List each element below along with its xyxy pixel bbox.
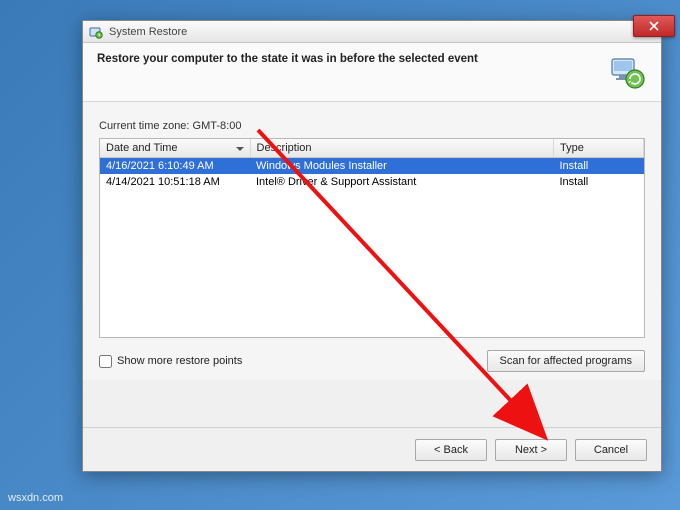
show-more-label: Show more restore points [117,355,242,367]
page-heading: Restore your computer to the state it wa… [97,53,478,65]
cell-datetime: 4/16/2021 6:10:49 AM [100,158,250,175]
column-header-description[interactable]: Description [250,139,554,158]
back-button[interactable]: < Back [415,439,487,461]
table-row[interactable]: 4/16/2021 6:10:49 AM Windows Modules Ins… [100,158,644,175]
restore-large-icon [607,53,647,93]
window-title: System Restore [109,26,187,38]
cancel-button[interactable]: Cancel [575,439,647,461]
cell-description: Windows Modules Installer [250,158,554,175]
restore-points-table[interactable]: Date and Time Description Type 4/16/2021… [99,138,645,338]
show-more-checkbox-input[interactable] [99,355,112,368]
close-button[interactable] [633,15,675,37]
cell-datetime: 4/14/2021 10:51:18 AM [100,174,250,190]
system-restore-dialog: System Restore Restore your computer to … [82,20,662,472]
cell-description: Intel® Driver & Support Assistant [250,174,554,190]
watermark: wsxdn.com [8,492,63,504]
table-row[interactable]: 4/14/2021 10:51:18 AM Intel® Driver & Su… [100,174,644,190]
close-icon [649,21,659,31]
body: Current time zone: GMT-8:00 Date and Tim… [83,102,661,380]
restore-icon [89,25,103,39]
footer: < Back Next > Cancel [83,427,661,471]
column-header-datetime[interactable]: Date and Time [100,139,250,158]
scan-affected-button[interactable]: Scan for affected programs [487,350,645,372]
header: Restore your computer to the state it wa… [83,43,661,102]
timezone-label: Current time zone: GMT-8:00 [99,120,645,132]
next-button[interactable]: Next > [495,439,567,461]
cell-type: Install [554,174,644,190]
show-more-checkbox[interactable]: Show more restore points [99,355,242,368]
column-header-type[interactable]: Type [554,139,644,158]
cell-type: Install [554,158,644,175]
titlebar: System Restore [83,21,661,43]
